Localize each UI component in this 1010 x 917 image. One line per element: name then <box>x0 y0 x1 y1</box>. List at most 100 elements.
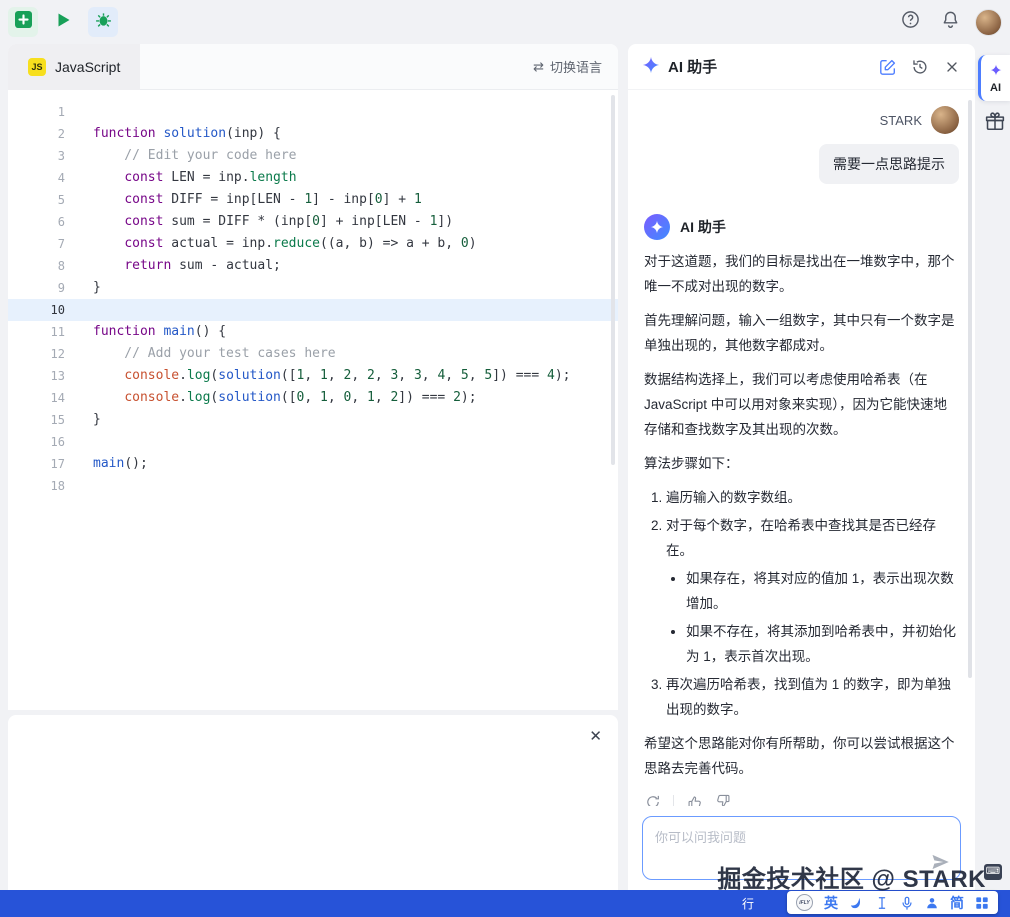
ai-paragraph: 对于这道题，我们的目标是找出在一堆数字中，那个唯一不成对出现的数字。 <box>644 249 959 299</box>
code-line[interactable]: 2function solution(inp) { <box>8 123 618 145</box>
history-button[interactable] <box>911 58 929 76</box>
line-number[interactable]: 8 <box>8 255 65 277</box>
line-number[interactable]: 7 <box>8 233 65 255</box>
code-line[interactable]: 13 console.log(solution([1, 1, 2, 2, 3, … <box>8 365 618 387</box>
console-panel: ✕ <box>8 715 618 890</box>
editor-scrollbar[interactable] <box>611 95 615 465</box>
line-number[interactable]: 1 <box>8 101 65 123</box>
code-line[interactable]: 15} <box>8 409 618 431</box>
line-number[interactable]: 18 <box>8 475 65 497</box>
code-line[interactable]: 9} <box>8 277 618 299</box>
code-line[interactable]: 4 const LEN = inp.length <box>8 167 618 189</box>
new-chat-button[interactable] <box>879 58 897 76</box>
ai-assistant-panel: AI 助手 <box>628 44 975 890</box>
switch-language-button[interactable]: ⇄ 切换语言 <box>533 57 618 76</box>
code-text <box>65 475 93 497</box>
console-close-icon[interactable]: ✕ <box>589 729 602 744</box>
line-number[interactable]: 14 <box>8 387 65 409</box>
chat-messages: STARK 需要一点思路提示 AI 助手 对于这道题，我们的目标是找出在一堆数字… <box>628 90 975 806</box>
ai-paragraph: 首先理解问题，输入一组数字，其中只有一个数字是单独出现的，其他数字都成对。 <box>644 308 959 358</box>
ime-simplified-toggle[interactable]: 简 <box>950 893 964 913</box>
ime-english-toggle[interactable]: 英 <box>824 893 838 913</box>
close-panel-button[interactable] <box>943 58 961 76</box>
gift-icon[interactable] <box>984 111 1006 133</box>
help-button[interactable] <box>895 7 925 37</box>
code-text: const DIFF = inp[LEN - 1] - inp[0] + 1 <box>65 189 422 211</box>
ai-panel-scrollbar[interactable] <box>968 100 972 678</box>
line-number[interactable]: 6 <box>8 211 65 233</box>
ai-substep: 如果不存在，将其添加到哈希表中，并初始化为 1，表示首次出现。 <box>686 619 959 669</box>
new-file-button[interactable] <box>8 7 38 37</box>
ai-sidebar-toggle[interactable]: AI <box>978 55 1010 101</box>
notifications-button[interactable] <box>935 7 965 37</box>
help-icon <box>901 10 920 34</box>
line-number[interactable]: 15 <box>8 409 65 431</box>
line-number[interactable]: 13 <box>8 365 65 387</box>
line-number[interactable]: 2 <box>8 123 65 145</box>
ai-steps: 遍历输入的数字数组。对于每个数字，在哈希表中查找其是否已经存在。如果存在，将其对… <box>644 485 959 722</box>
editor-tabbar: JS JavaScript ⇄ 切换语言 <box>8 44 618 90</box>
ai-outro: 希望这个思路能对你有所帮助，你可以尝试根据这个思路去完善代码。 <box>644 731 959 781</box>
tab-javascript[interactable]: JS JavaScript <box>8 44 140 90</box>
code-text: // Add your test cases here <box>65 343 336 365</box>
code-line[interactable]: 12 // Add your test cases here <box>8 343 618 365</box>
ime-mic-icon[interactable] <box>900 896 914 910</box>
send-icon[interactable] <box>930 852 950 872</box>
user-name: STARK <box>880 113 922 128</box>
code-line[interactable]: 8 return sum - actual; <box>8 255 618 277</box>
line-number[interactable]: 10 <box>8 299 65 321</box>
ai-step: 遍历输入的数字数组。 <box>666 485 959 510</box>
ime-grid-icon[interactable] <box>975 896 989 910</box>
actions-divider <box>673 795 674 806</box>
ime-swoosh-icon[interactable] <box>849 895 864 910</box>
code-line[interactable]: 1 <box>8 101 618 123</box>
code-text <box>65 101 93 123</box>
line-number[interactable]: 9 <box>8 277 65 299</box>
code-line[interactable]: 6 const sum = DIFF * (inp[0] + inp[LEN -… <box>8 211 618 233</box>
ai-message-content: 对于这道题，我们的目标是找出在一堆数字中，那个唯一不成对出现的数字。首先理解问题… <box>644 249 959 781</box>
ime-cursor-icon[interactable] <box>875 896 889 910</box>
user-message-avatar <box>931 106 959 134</box>
run-button[interactable] <box>48 7 78 37</box>
bug-icon <box>94 10 113 34</box>
debug-button[interactable] <box>88 7 118 37</box>
ai-step-bullets: 如果存在，将其对应的值加 1，表示出现次数增加。如果不存在，将其添加到哈希表中，… <box>666 566 959 669</box>
line-number[interactable]: 17 <box>8 453 65 475</box>
sparkle-icon <box>642 56 660 78</box>
code-line[interactable]: 16 <box>8 431 618 453</box>
code-line[interactable]: 5 const DIFF = inp[LEN - 1] - inp[0] + 1 <box>8 189 618 211</box>
code-line[interactable]: 3 // Edit your code here <box>8 145 618 167</box>
ai-step: 再次遍历哈希表，找到值为 1 的数字，即为单独出现的数字。 <box>666 672 959 722</box>
ai-panel-header: AI 助手 <box>628 44 975 90</box>
thumbs-up-icon[interactable] <box>686 793 703 806</box>
code-text: function main() { <box>65 321 226 343</box>
ime-logo[interactable]: iFLY <box>796 894 813 911</box>
line-number[interactable]: 4 <box>8 167 65 189</box>
code-line[interactable]: 18 <box>8 475 618 497</box>
ai-paragraph: 算法步骤如下： <box>644 451 959 476</box>
code-line[interactable]: 10 <box>8 299 618 321</box>
code-editor-lines[interactable]: 12function solution(inp) {3 // Edit your… <box>8 90 618 497</box>
code-line[interactable]: 17main(); <box>8 453 618 475</box>
sparkle-icon-small <box>990 63 1002 81</box>
code-line[interactable]: 14 console.log(solution([0, 1, 0, 1, 2])… <box>8 387 618 409</box>
line-number[interactable]: 12 <box>8 343 65 365</box>
line-number[interactable]: 5 <box>8 189 65 211</box>
ai-intro: 对于这道题，我们的目标是找出在一堆数字中，那个唯一不成对出现的数字。首先理解问题… <box>644 249 959 476</box>
code-line[interactable]: 11function main() { <box>8 321 618 343</box>
code-text <box>65 299 93 321</box>
chat-input[interactable] <box>643 817 960 879</box>
line-number[interactable]: 11 <box>8 321 65 343</box>
keyboard-icon[interactable]: ⌨ <box>984 864 1002 880</box>
regenerate-icon[interactable] <box>644 793 661 806</box>
chat-input-box <box>642 816 961 880</box>
ai-panel-header-actions <box>879 58 961 76</box>
ai-paragraph: 数据结构选择上，我们可以考虑使用哈希表（在 JavaScript 中可以用对象来… <box>644 367 959 442</box>
ime-person-icon[interactable] <box>925 896 939 910</box>
line-number[interactable]: 3 <box>8 145 65 167</box>
code-line[interactable]: 7 const actual = inp.reduce((a, b) => a … <box>8 233 618 255</box>
user-avatar[interactable] <box>975 9 1002 36</box>
line-number[interactable]: 16 <box>8 431 65 453</box>
thumbs-down-icon[interactable] <box>715 793 732 806</box>
topbar-right <box>895 7 1002 37</box>
